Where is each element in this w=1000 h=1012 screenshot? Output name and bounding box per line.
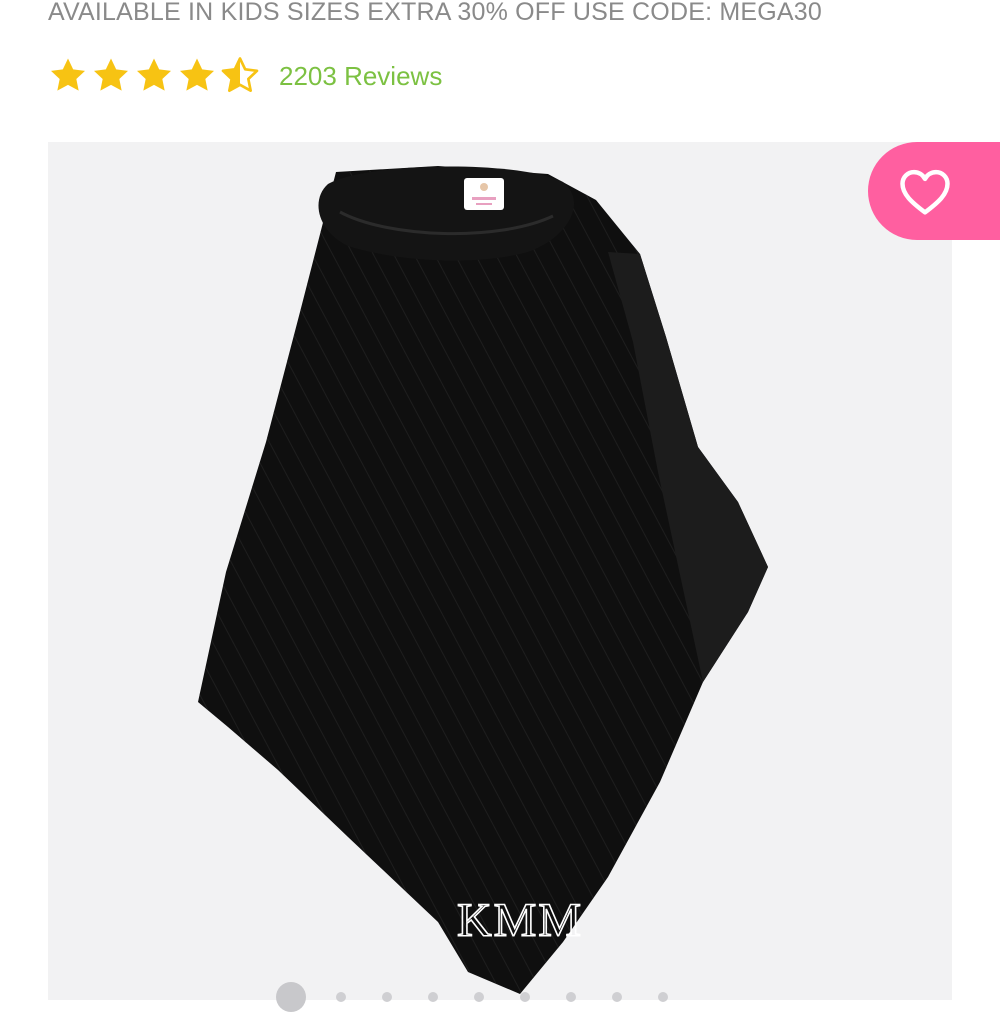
carousel-dot[interactable]	[428, 992, 438, 1002]
promo-banner-text: AVAILABLE IN KIDS SIZES EXTRA 30% OFF US…	[48, 0, 822, 26]
star-rating	[48, 56, 263, 96]
carousel-dot[interactable]	[658, 992, 668, 1002]
product-image-gallery[interactable]: KMM	[48, 142, 952, 1000]
carousel-dot[interactable]	[474, 992, 484, 1002]
star-full-icon	[180, 58, 214, 91]
star-full-icon	[137, 58, 171, 91]
star-half-icon	[221, 57, 259, 92]
carousel-indicators	[276, 982, 704, 1012]
carousel-dot[interactable]	[612, 992, 622, 1002]
reviews-link[interactable]: 2203 Reviews	[279, 56, 442, 96]
product-rating: 2203 Reviews	[48, 56, 442, 96]
star-full-icon	[94, 58, 128, 91]
heart-outline-icon	[900, 169, 950, 215]
product-image: KMM	[198, 166, 768, 994]
carousel-dot[interactable]	[520, 992, 530, 1002]
carousel-dot-active[interactable]	[276, 982, 306, 1012]
monogram-text: KMM	[457, 894, 583, 947]
star-full-icon	[51, 58, 85, 91]
favorite-button[interactable]	[868, 142, 1000, 240]
carousel-dot[interactable]	[382, 992, 392, 1002]
carousel-dot[interactable]	[336, 992, 346, 1002]
carousel-dot[interactable]	[566, 992, 576, 1002]
